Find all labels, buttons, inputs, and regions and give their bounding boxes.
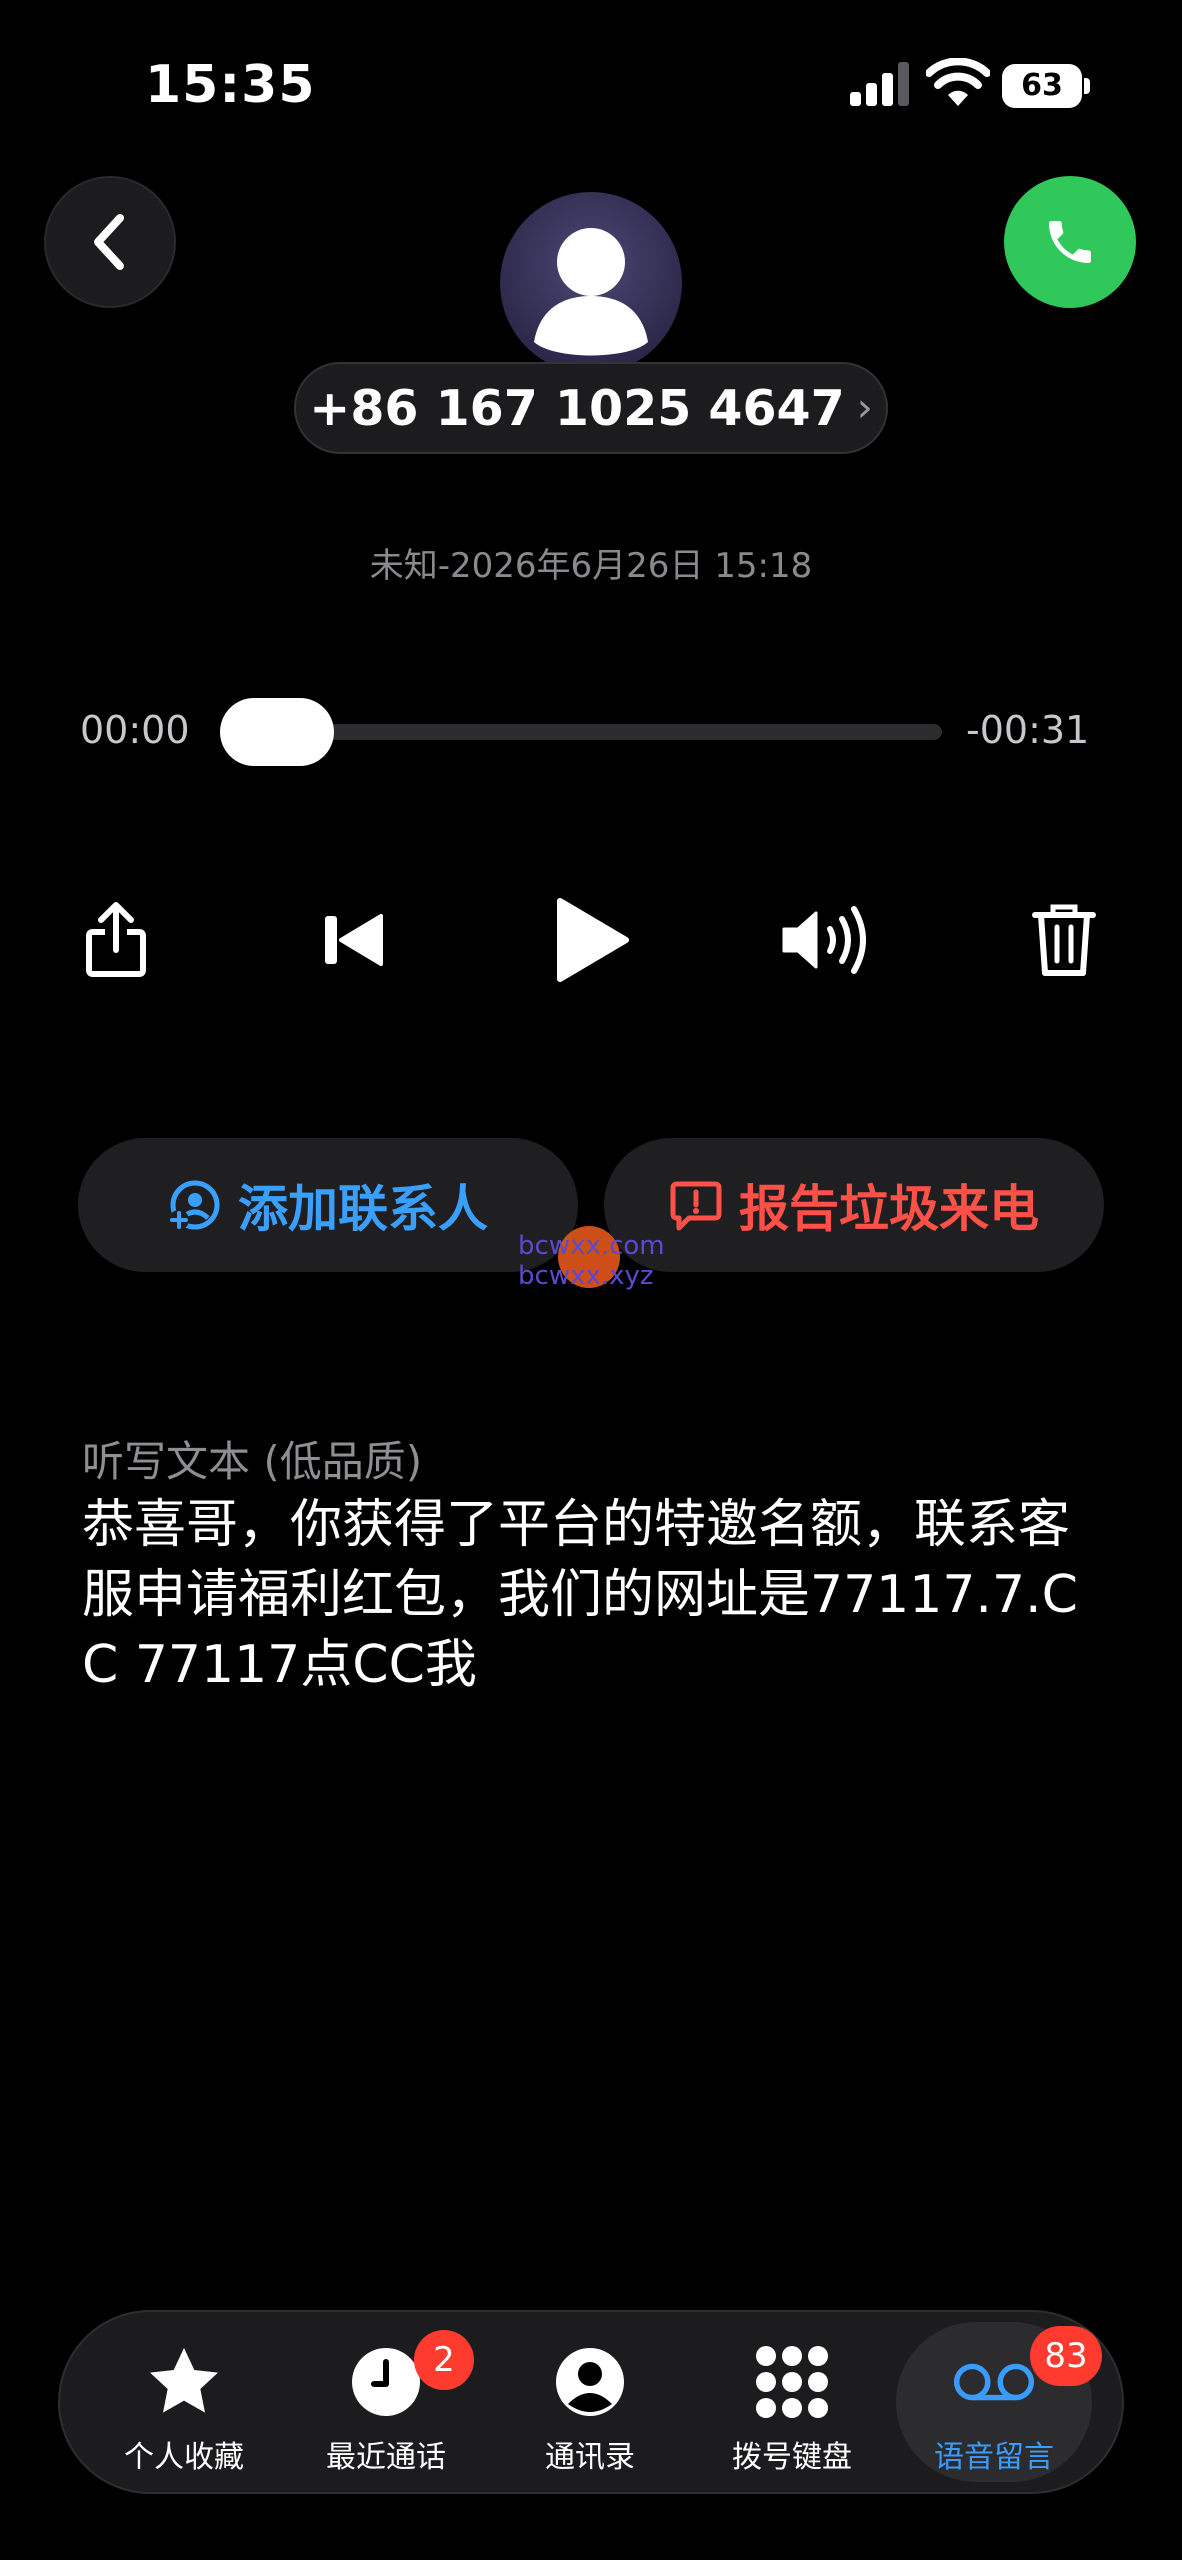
star-icon xyxy=(150,2348,218,2413)
status-time: 15:35 xyxy=(145,55,316,115)
tab-favorites[interactable]: 个人收藏 xyxy=(86,2322,282,2482)
play-button[interactable] xyxy=(540,890,640,990)
tab-label-contacts: 通讯录 xyxy=(545,2440,635,2475)
chevron-left-icon xyxy=(94,214,124,270)
report-spam-label: 报告垃圾来电 xyxy=(739,1180,1039,1238)
transcript-text: 恭喜哥，你获得了平台的特邀名额，联系客服申请福利红包，我们的网址是77117.7… xyxy=(82,1495,1078,1695)
progress-track[interactable] xyxy=(240,724,942,740)
tab-contacts[interactable]: 通讯录 xyxy=(492,2322,688,2482)
progress-thumb[interactable] xyxy=(220,698,334,766)
contact-avatar xyxy=(500,192,682,374)
report-spam-button[interactable]: 报告垃圾来电 xyxy=(604,1138,1104,1272)
report-bubble-icon xyxy=(670,1181,722,1231)
skip-back-icon xyxy=(325,914,383,966)
person-circle-icon xyxy=(556,2348,624,2416)
person-silhouette-icon xyxy=(534,228,648,356)
back-button[interactable] xyxy=(44,176,176,308)
add-person-icon xyxy=(169,1180,220,1230)
battery-indicator: 63 xyxy=(1002,64,1082,108)
tab-label-recents: 最近通话 xyxy=(326,2440,446,2475)
battery-tip xyxy=(1084,78,1090,94)
recents-badge: 2 xyxy=(414,2330,474,2390)
share-icon xyxy=(86,902,146,977)
wifi-icon xyxy=(926,58,990,106)
rewind-button[interactable] xyxy=(304,890,404,990)
tab-label-voicemail: 语音留言 xyxy=(934,2440,1054,2475)
trash-icon xyxy=(1032,904,1096,976)
voicemail-badge: 83 xyxy=(1030,2326,1102,2386)
chevron-right-icon: › xyxy=(856,385,873,431)
add-contact-button[interactable]: 添加联系人 xyxy=(78,1138,578,1272)
tab-label-keypad: 拨号键盘 xyxy=(732,2440,852,2475)
remaining-time: -00:31 xyxy=(966,708,1090,752)
tab-keypad[interactable]: 拨号键盘 xyxy=(694,2322,890,2482)
watermark-text-2: bcwxx.xyz xyxy=(518,1261,654,1291)
voicemail-icon xyxy=(953,2363,1035,2401)
phone-number-button[interactable]: +86 167 1025 4647 › xyxy=(294,362,888,454)
elapsed-time: 00:00 xyxy=(80,708,190,752)
speaker-button[interactable] xyxy=(778,890,878,990)
speaker-icon xyxy=(782,906,866,974)
transcript-label: 听写文本 (低品质) xyxy=(82,1437,423,1486)
watermark-text-1: bcwxx.com xyxy=(518,1231,665,1261)
play-icon xyxy=(557,898,629,982)
voicemail-meta: 未知-2026年6月26日 15:18 xyxy=(369,546,813,586)
call-button[interactable] xyxy=(1004,176,1136,308)
add-contact-label: 添加联系人 xyxy=(238,1180,488,1238)
delete-button[interactable] xyxy=(1014,890,1114,990)
phone-number: +86 167 1025 4647 xyxy=(309,379,845,437)
share-button[interactable] xyxy=(66,890,166,990)
keypad-icon xyxy=(756,2346,828,2418)
tab-label-favorites: 个人收藏 xyxy=(124,2440,244,2475)
cellular-signal-icon xyxy=(850,62,909,106)
clock-icon xyxy=(352,2348,420,2416)
phone-icon xyxy=(1049,221,1091,263)
